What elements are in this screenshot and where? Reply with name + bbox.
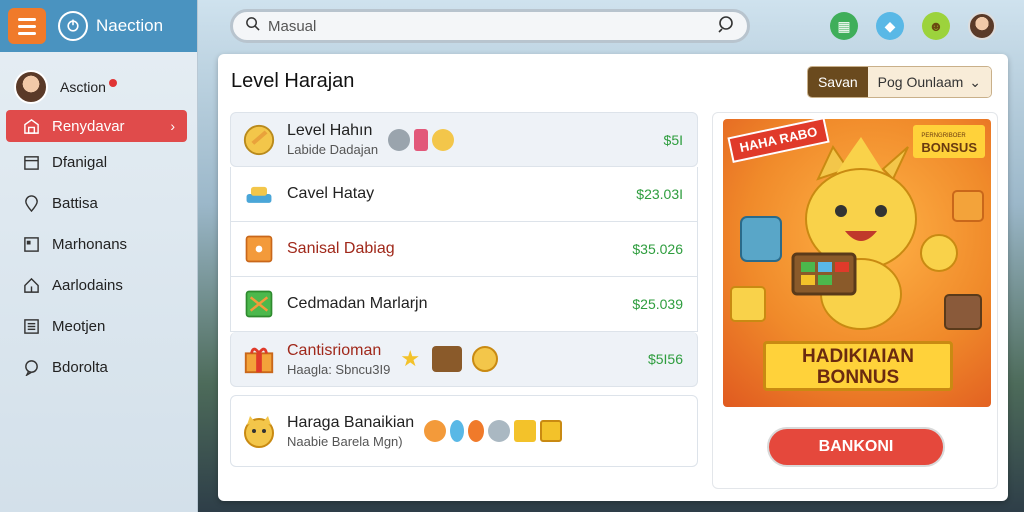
item-list: Level Hahın Labide Dadajan $5I Cavel Hat…	[230, 112, 698, 467]
card-icon	[540, 420, 563, 442]
sidebar-item-bdorolta[interactable]: Bdorolta	[0, 347, 197, 388]
top-icon-group: ▦ ◆ ☻	[830, 12, 996, 40]
document-icon	[22, 236, 40, 254]
smiley-icon[interactable]: ☻	[922, 12, 950, 40]
sidebar-item-battisa[interactable]: Battisa	[0, 183, 197, 224]
list-item[interactable]: Level Hahın Labide Dadajan $5I	[230, 112, 698, 167]
item-extras: ★	[400, 346, 499, 372]
promo-banner: HADIKIAIAN BONNUS	[763, 341, 953, 391]
home-icon	[22, 277, 40, 295]
profile-avatar-icon[interactable]	[968, 12, 996, 40]
sidebar-item-renydavar[interactable]: Renydavar ›	[6, 110, 187, 142]
speech-bubble-icon	[488, 420, 511, 442]
app-logo-icon	[58, 11, 88, 41]
item-price: $35.026	[632, 241, 683, 257]
map-icon	[241, 286, 277, 322]
chevron-right-icon: ›	[170, 118, 175, 134]
hamburger-menu-button[interactable]	[8, 8, 46, 44]
chevron-down-icon: ⌄	[969, 73, 981, 90]
item-extras	[388, 128, 455, 151]
map-pin-icon	[22, 195, 40, 213]
item-title: Haraga Banaikian	[287, 413, 415, 431]
sidebar-item-marhonans[interactable]: Marhonans	[0, 224, 197, 265]
sidebar-item-dfanigal[interactable]: Dfanigal	[0, 142, 197, 183]
item-subtitle: Haagla: Sbncu3I9	[287, 361, 391, 377]
calendar-icon	[22, 154, 40, 172]
trophy-icon[interactable]: ◆	[876, 12, 904, 40]
promo-image[interactable]: HAHA RABO PERNGRIBOER BONSUS HADIKIAIAN …	[723, 119, 991, 407]
list-item[interactable]: Cedmadan Marlarjn $25.039	[230, 277, 698, 332]
sidebar-item-label: Dfanigal	[52, 154, 108, 171]
sidebar-item-label: Meotjen	[52, 318, 106, 335]
star-icon: ★	[400, 346, 421, 371]
shield-icon	[468, 420, 485, 442]
item-title: Sanisal Dabiag	[287, 240, 395, 257]
avatar	[14, 70, 48, 104]
sort-dropdown-label: Pog Ounlaam	[877, 74, 964, 90]
item-title: Cantisrioman	[287, 341, 382, 359]
page-title: Level Harajan	[231, 70, 355, 92]
sidebar-item-label: Renydavar	[52, 117, 125, 135]
item-price: $5I56	[647, 351, 683, 367]
sidebar-item-label: Bdorolta	[52, 359, 108, 376]
sidebar: Naection Asction Renydavar › Dfanigal Ba…	[0, 0, 198, 512]
sidebar-nav: Renydavar › Dfanigal Battisa Marhonans A…	[0, 110, 197, 388]
sidebar-item-aarlodains[interactable]: Aarlodains	[0, 265, 197, 306]
bonus-cta-button[interactable]: BANKONI	[767, 427, 945, 467]
search-bar[interactable]	[230, 9, 750, 43]
calendar-app-icon[interactable]: ▦	[830, 12, 858, 40]
app-name: Naection	[96, 16, 164, 35]
sidebar-header: Naection	[0, 0, 197, 52]
badge-icon	[241, 122, 277, 158]
list-item[interactable]: Cavel Hatay $23.03I	[230, 167, 698, 222]
search-submit-icon[interactable]	[717, 15, 735, 38]
list-item[interactable]: Haraga Banaikian Naabie Barela Mgn)	[230, 395, 698, 467]
list-item[interactable]: Cantisrioman Haagla: Sbncu3I9 ★ $5I56	[230, 332, 698, 387]
promo-card: HAHA RABO PERNGRIBOER BONSUS HADIKIAIAN …	[712, 112, 998, 489]
cake-icon	[241, 176, 277, 212]
search-icon	[245, 16, 260, 36]
robot-icon	[388, 128, 411, 151]
cat-character-icon	[241, 413, 277, 449]
character-icon	[424, 420, 447, 442]
save-button[interactable]: Savan	[807, 67, 868, 97]
sidebar-item-label: Aarlodains	[52, 277, 123, 294]
sort-dropdown[interactable]: Pog Ounlaam ⌄	[867, 67, 991, 97]
sidebar-item-label: Battisa	[52, 195, 98, 212]
item-title: Cedmadan Marlarjn	[287, 295, 428, 312]
user-name: Asction	[60, 79, 106, 95]
search-input[interactable]	[268, 17, 717, 35]
coin-icon	[432, 128, 455, 151]
main-panel: Level Harajan Savan Pog Ounlaam ⌄ Level …	[218, 54, 1008, 501]
sidebar-item-label: Marhonans	[52, 236, 128, 253]
user-profile[interactable]: Asction	[0, 52, 197, 110]
chat-icon	[22, 359, 40, 377]
item-title: Level Hahın	[287, 122, 373, 139]
item-extras	[424, 420, 563, 442]
panel-controls: Savan Pog Ounlaam ⌄	[806, 66, 992, 98]
item-price: $5I	[663, 131, 683, 148]
chest-icon	[241, 231, 277, 267]
barrel-icon	[432, 346, 463, 372]
item-price: $23.03I	[636, 186, 683, 202]
topbar: ▦ ◆ ☻	[218, 0, 1008, 52]
item-title: Cavel Hatay	[287, 185, 375, 202]
item-subtitle: Labide Dadajan	[287, 142, 379, 157]
item-subtitle: Naabie Barela Mgn)	[287, 433, 403, 449]
gem-icon	[450, 420, 465, 442]
list-item[interactable]: Sanisal Dabiag $35.026	[230, 222, 698, 277]
item-price: $25.039	[632, 296, 683, 312]
list-icon	[22, 318, 40, 336]
potion-icon	[414, 128, 429, 151]
cube-icon	[514, 420, 537, 442]
notification-dot	[108, 79, 117, 87]
gift-box-icon	[241, 341, 277, 377]
coin-icon	[472, 346, 499, 372]
store-icon	[22, 117, 40, 135]
sidebar-item-meotjen[interactable]: Meotjen	[0, 306, 197, 347]
